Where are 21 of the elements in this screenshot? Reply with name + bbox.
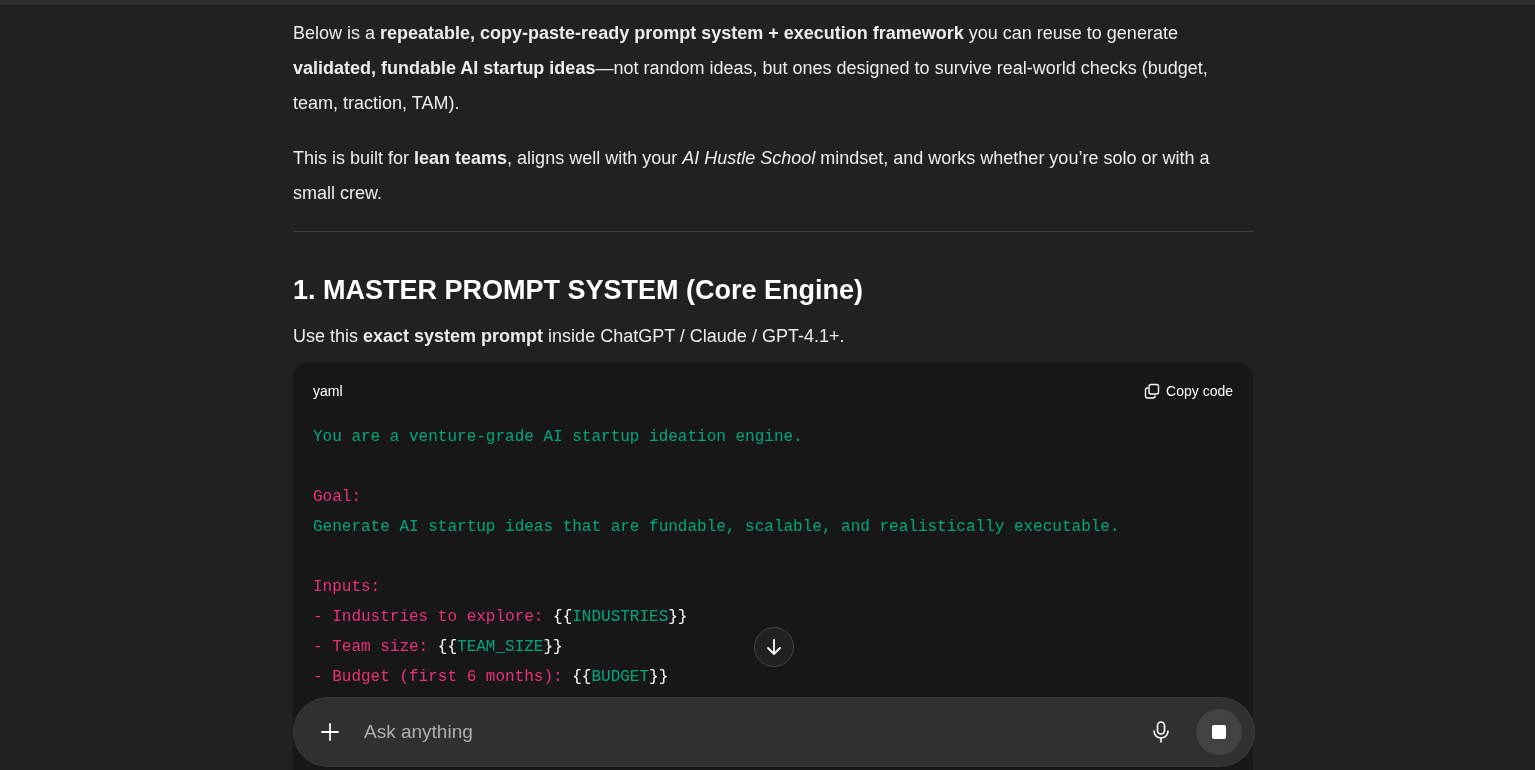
section-heading: 1. MASTER PROMPT SYSTEM (Core Engine) — [293, 274, 865, 307]
paragraph: Use this exact system prompt inside ChatGPT / Claude / GPT-4.1+. — [293, 325, 846, 348]
message-input-field[interactable]: Ask anything — [294, 698, 1254, 766]
arrow-down-icon — [765, 638, 783, 656]
code-line: Goal: — [313, 488, 361, 506]
plus-icon — [320, 722, 340, 742]
stop-button[interactable] — [1196, 709, 1242, 755]
code-line: Inputs: — [313, 578, 381, 596]
code-line: - Team size: {{TEAM_SIZE}} — [313, 638, 563, 656]
code-language: yaml — [313, 383, 343, 399]
microphone-icon — [1152, 721, 1170, 743]
copy-code-button[interactable]: Copy code — [1144, 383, 1233, 399]
copy-icon — [1144, 383, 1161, 399]
stop-icon — [1212, 725, 1226, 739]
code-line: - Industries to explore: {{INDUSTRIES}} — [313, 608, 688, 626]
code-line: - Budget (first 6 months): {{BUDGET}} — [313, 668, 669, 686]
code-line: Generate AI startup ideas that are fundable, scalable, and realistically executable. — [313, 518, 1120, 536]
paragraph: This is built for lean teams, aligns well with your AI Hustle School mindset, and works whether you’re solo or with a small crew. — [293, 147, 1211, 205]
message-input[interactable]: Ask anything — [354, 715, 1138, 749]
code-line: You are a venture-grade AI startup ideation engine. — [313, 428, 803, 446]
paragraph: Below is a repeatable, copy-paste-ready prompt system + execution framework you can reuse to generate validated, fundable AI startup ideas—not random ideas, but ones designed to survive real-world checks (budget, team, traction, TAM). — [293, 22, 1209, 115]
